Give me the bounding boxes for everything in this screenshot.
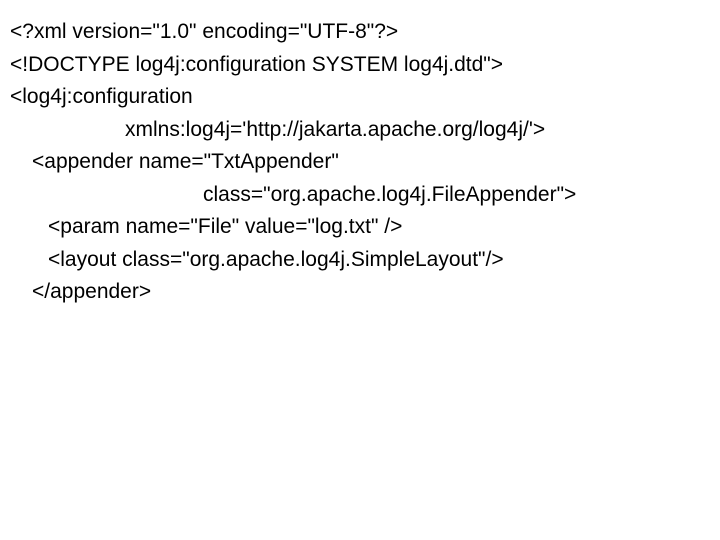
code-line: xmlns:log4j='http://jakarta.apache.org/l… — [10, 114, 710, 147]
code-line: <appender name="TxtAppender" — [10, 146, 710, 179]
xml-code-block: <?xml version="1.0" encoding="UTF-8"?> <… — [0, 0, 720, 309]
code-line: <param name="File" value="log.txt" /> — [10, 211, 710, 244]
code-line: <layout class="org.apache.log4j.SimpleLa… — [10, 244, 710, 277]
code-line: <?xml version="1.0" encoding="UTF-8"?> — [10, 16, 710, 49]
code-line: class="org.apache.log4j.FileAppender"> — [10, 179, 710, 212]
code-line: </appender> — [10, 276, 710, 309]
code-line: <log4j:configuration — [10, 81, 710, 114]
code-line: <!DOCTYPE log4j:configuration SYSTEM log… — [10, 49, 710, 82]
